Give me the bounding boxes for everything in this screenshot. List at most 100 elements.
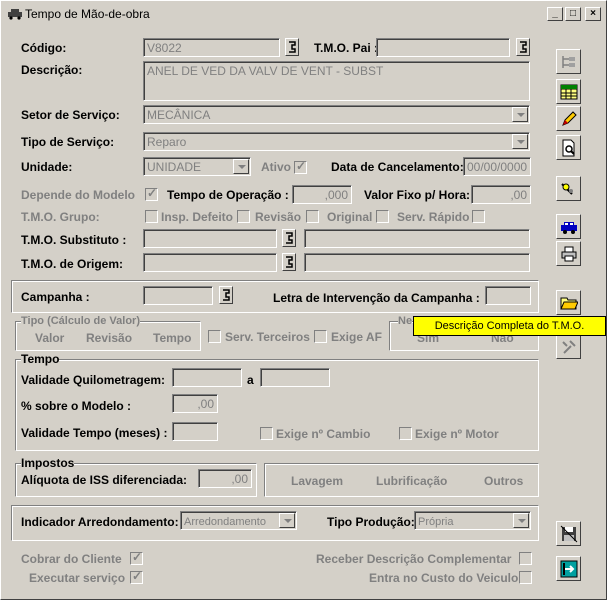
tmo-substituto-label: T.M.O. Substituto :	[21, 233, 127, 247]
grid-button[interactable]	[556, 79, 581, 104]
insp-defeito-label: Insp. Defeito	[161, 210, 234, 224]
descricao-field[interactable]: ANEL DE VED DA VALV DE VENT - SUBST	[143, 61, 530, 101]
tools-button[interactable]	[556, 334, 581, 359]
tmo-pai-label: T.M.O. Pai :	[314, 41, 379, 55]
exige-motor-label: Exige nº Motor	[415, 427, 499, 441]
ne-group-title: Ne	[398, 315, 413, 327]
radio-outros[interactable]: Outros	[484, 474, 523, 488]
chevron-down-icon[interactable]	[512, 134, 528, 149]
tmo-substituto-desc-field[interactable]	[304, 229, 530, 248]
tmo-substituto-field[interactable]	[143, 229, 277, 248]
radio-lubrificacao[interactable]: Lubrificação	[376, 474, 447, 488]
ativo-checkbox[interactable]	[294, 159, 307, 174]
tree-icon	[562, 56, 575, 68]
minimize-button[interactable]: _	[547, 7, 563, 21]
chevron-down-icon[interactable]	[512, 107, 528, 122]
lookup-icon	[289, 41, 296, 53]
tmo-grupo-checkbox[interactable]	[145, 210, 158, 223]
original-checkbox[interactable]	[376, 210, 389, 223]
tipo-producao-select[interactable]: Própria	[414, 511, 531, 530]
close-button[interactable]: ×	[585, 7, 601, 21]
codigo-lookup-button[interactable]	[285, 38, 299, 56]
tempo-op-field[interactable]: ,000	[292, 185, 352, 204]
serv-terceiros-checkbox[interactable]	[208, 330, 221, 343]
radio-tempo[interactable]: Tempo	[153, 331, 191, 345]
sobre-modelo-field[interactable]: ,00	[172, 394, 218, 413]
exige-cambio-checkbox[interactable]	[260, 427, 273, 440]
vehicle-button[interactable]	[556, 214, 581, 239]
revisao-checkbox[interactable]	[306, 210, 319, 223]
tmo-pai-lookup-button[interactable]	[516, 38, 530, 56]
lookup-icon	[286, 256, 293, 268]
data-cancel-field[interactable]: 00/00/0000	[463, 157, 531, 176]
letra-label: Letra de Intervenção da Campanha :	[273, 291, 480, 305]
unidade-select[interactable]: UNIDADE	[143, 157, 251, 176]
depende-checkbox[interactable]	[145, 186, 158, 201]
campanha-lookup-button[interactable]	[219, 286, 233, 304]
campanha-label: Campanha :	[21, 290, 90, 304]
exit-icon	[560, 560, 578, 578]
entra-custo-checkbox[interactable]	[519, 571, 532, 584]
depende-label: Depende do Modelo	[21, 188, 135, 202]
tmo-origem-lookup-button[interactable]	[282, 253, 296, 271]
insp-defeito-checkbox[interactable]	[237, 210, 250, 223]
tmo-substituto-lookup-button[interactable]	[282, 229, 296, 247]
aliquota-field[interactable]: ,00	[198, 469, 252, 488]
search-button[interactable]	[556, 176, 581, 201]
validade-km-to-field[interactable]	[260, 368, 330, 387]
valor-fixo-field[interactable]: ,00	[471, 185, 531, 204]
indicador-select[interactable]: Arredondamento	[180, 511, 297, 530]
radio-revisao[interactable]: Revisão	[86, 331, 132, 345]
radio-valor[interactable]: Valor	[35, 331, 64, 345]
exit-button[interactable]	[556, 556, 581, 581]
exige-motor-checkbox[interactable]	[399, 427, 412, 440]
maximize-button[interactable]: □	[565, 7, 581, 21]
document-search-icon	[562, 139, 575, 157]
aliquota-label: Alíquota de ISS diferenciada:	[21, 473, 188, 487]
setor-label: Setor de Serviço:	[21, 108, 120, 122]
tipo-select[interactable]: Reparo	[143, 132, 530, 151]
print-button[interactable]	[556, 241, 581, 266]
radio-lavagem[interactable]: Lavagem	[291, 474, 343, 488]
tmo-origem-label: T.M.O. de Origem:	[21, 257, 124, 271]
codigo-field[interactable]: V8022	[143, 38, 280, 57]
chevron-down-icon[interactable]	[233, 159, 249, 174]
receber-checkbox[interactable]	[519, 552, 532, 565]
executar-checkbox[interactable]	[130, 569, 143, 584]
setor-select[interactable]: MECÂNICA	[143, 105, 530, 124]
edit-button[interactable]	[556, 106, 581, 131]
wrench-icon	[562, 340, 576, 354]
chevron-down-icon[interactable]	[279, 513, 295, 528]
preview-button[interactable]	[556, 135, 581, 160]
tipo-producao-label: Tipo Produção:	[327, 515, 415, 529]
car-icon	[561, 222, 577, 234]
validade-tempo-field[interactable]	[172, 422, 218, 441]
tmo-origem-field[interactable]	[143, 253, 277, 272]
descricao-label: Descrição:	[21, 63, 83, 77]
chevron-down-icon[interactable]	[513, 513, 529, 528]
tempo-op-label: Tempo de Operação :	[167, 188, 289, 202]
cobrar-checkbox[interactable]	[130, 550, 143, 565]
letra-field[interactable]	[485, 286, 531, 305]
validade-km-from-field[interactable]	[172, 368, 242, 387]
validade-km-label: Validade Quilometragem:	[21, 373, 166, 387]
save-button[interactable]	[556, 521, 581, 546]
tooltip: Descrição Completa do T.M.O.	[413, 316, 606, 336]
lookup-icon	[223, 289, 230, 301]
exige-af-label: Exige AF	[331, 330, 382, 344]
serv-rapido-checkbox[interactable]	[472, 210, 485, 223]
exige-cambio-label: Exige nº Cambio	[276, 427, 371, 441]
tmo-origem-desc-field[interactable]	[304, 253, 530, 272]
tmo-pai-field[interactable]	[376, 38, 510, 57]
entra-custo-label: Entra no Custo do Veiculo	[369, 571, 519, 585]
calc-group-title: Tipo (Cálculo de Valor)	[21, 315, 140, 327]
title-bar[interactable]: Tempo de Mão-de-obra _ □ ×	[3, 3, 604, 25]
tmo-grupo-label: T.M.O. Grupo:	[21, 210, 100, 224]
campanha-field[interactable]	[143, 286, 213, 305]
exige-af-checkbox[interactable]	[314, 330, 327, 343]
indicador-value: Arredondamento	[184, 516, 266, 528]
original-label: Original	[327, 210, 373, 224]
open-folder-button[interactable]	[556, 290, 581, 315]
tree-button[interactable]	[556, 49, 581, 74]
floppy-disk-icon	[560, 525, 578, 543]
